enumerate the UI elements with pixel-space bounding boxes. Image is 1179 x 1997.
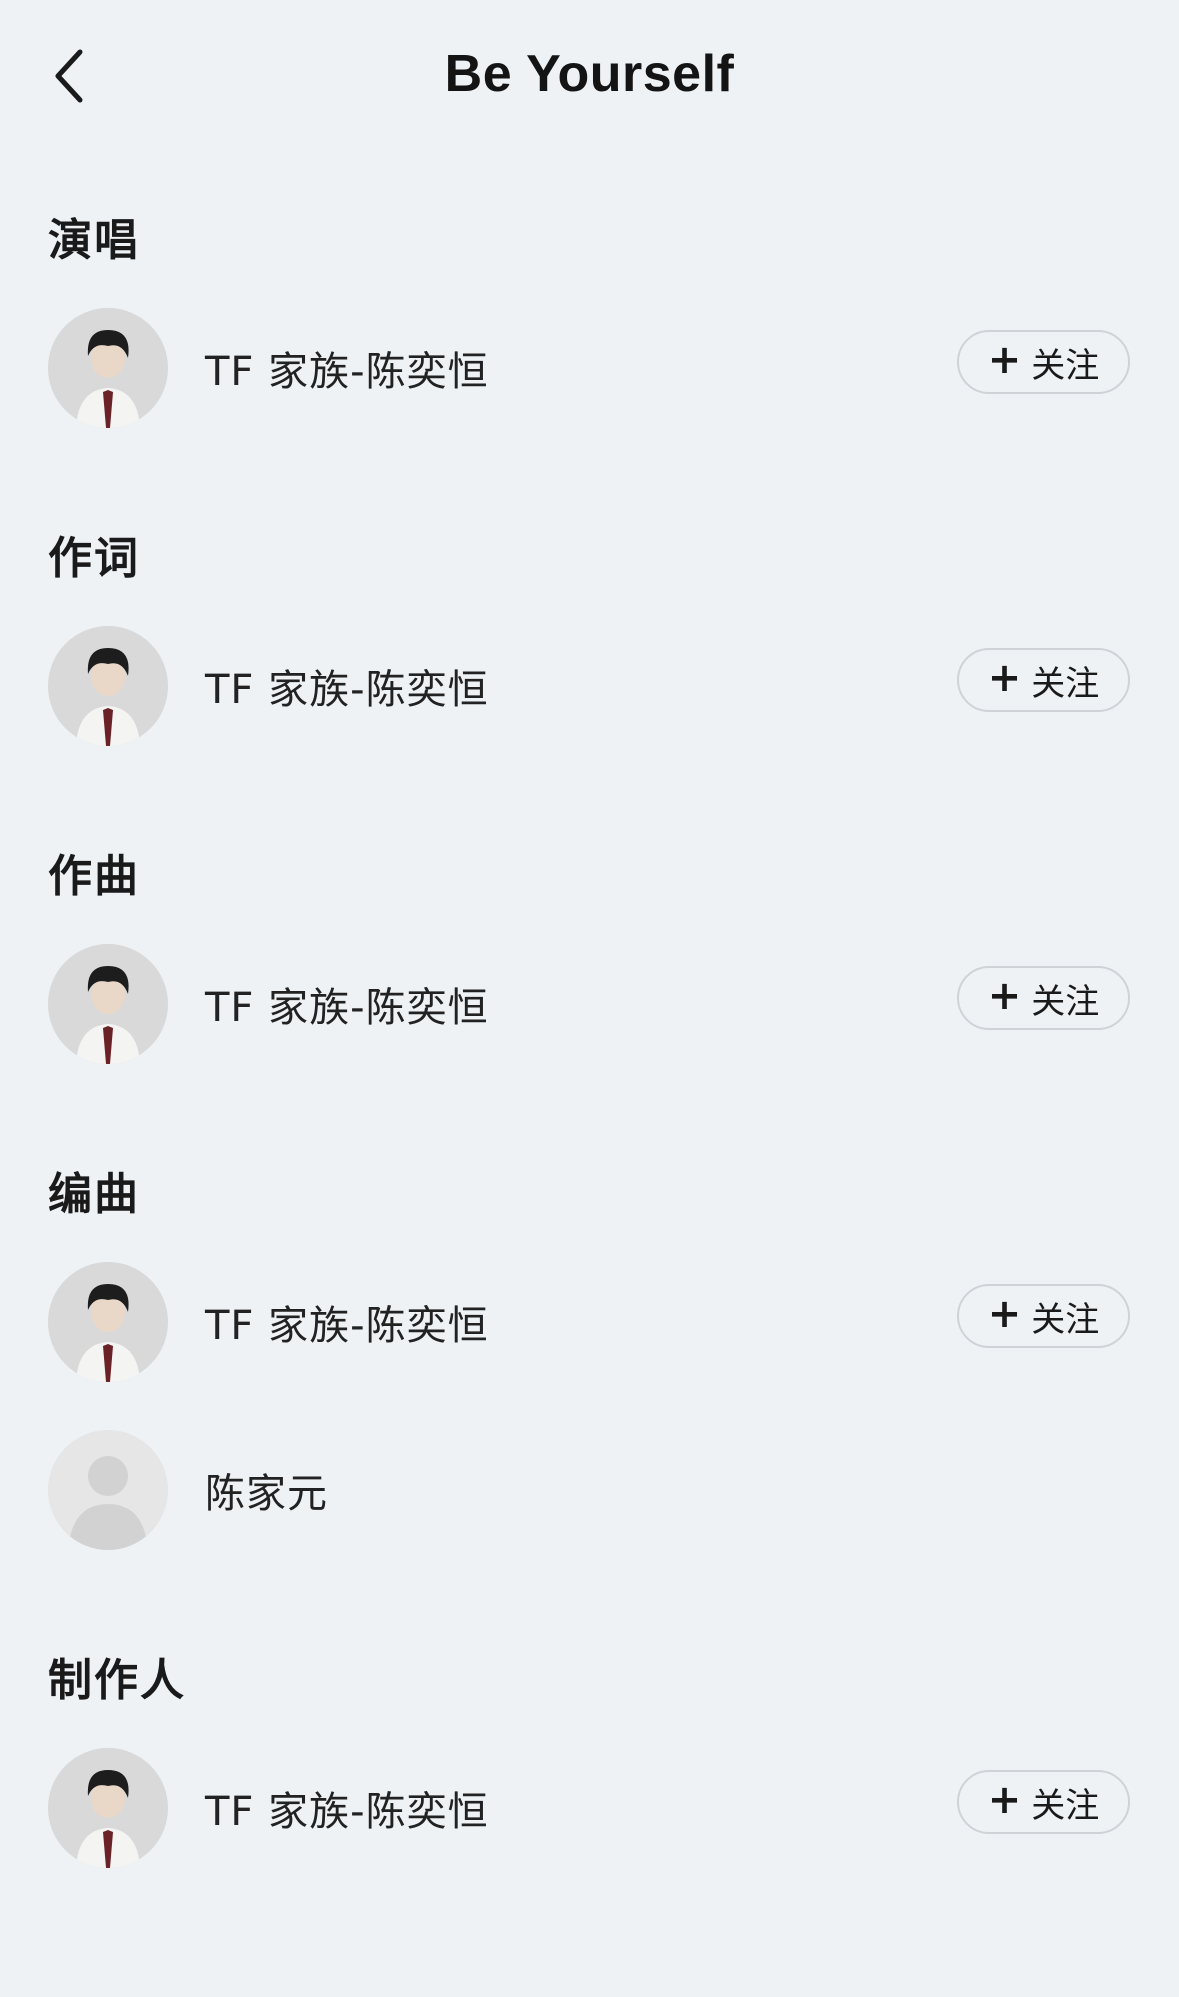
list-item[interactable]: TF 家族-陈奕恒 + 关注 — [0, 1748, 1179, 1872]
section-title-composer: 作曲 — [48, 851, 140, 902]
plus-icon: + — [987, 973, 1022, 1019]
person-name[interactable]: TF 家族-陈奕恒 — [205, 1262, 489, 1382]
section-title-lyrics: 作词 — [48, 533, 140, 584]
default-user-icon — [48, 1430, 168, 1550]
avatar[interactable] — [48, 308, 168, 428]
plus-icon: + — [987, 1291, 1022, 1337]
credits-page: Be Yourself 演唱 TF 家族-陈奕恒 + 关注 作词 TF 家族-陈… — [0, 0, 1179, 1997]
avatar[interactable] — [48, 944, 168, 1064]
section-title-vocals: 演唱 — [48, 215, 140, 266]
plus-icon: + — [987, 655, 1022, 701]
page-title: Be Yourself — [444, 45, 735, 103]
list-item[interactable]: TF 家族-陈奕恒 + 关注 — [0, 308, 1179, 432]
list-item[interactable]: 陈家元 — [0, 1430, 1179, 1554]
section-title-arranger: 编曲 — [48, 1169, 140, 1220]
header: Be Yourself — [0, 0, 1179, 150]
plus-icon: + — [987, 1777, 1022, 1823]
follow-button[interactable]: + 关注 — [957, 966, 1130, 1030]
person-name[interactable]: TF 家族-陈奕恒 — [205, 308, 489, 428]
person-name[interactable]: 陈家元 — [205, 1430, 328, 1550]
follow-label: 关注 — [1031, 1785, 1100, 1826]
person-name[interactable]: TF 家族-陈奕恒 — [205, 626, 489, 746]
avatar[interactable] — [48, 1262, 168, 1382]
follow-label: 关注 — [1031, 663, 1100, 704]
follow-button[interactable]: + 关注 — [957, 648, 1130, 712]
section-title-producer: 制作人 — [48, 1655, 186, 1706]
follow-label: 关注 — [1031, 981, 1100, 1022]
avatar[interactable] — [48, 626, 168, 746]
follow-button[interactable]: + 关注 — [957, 330, 1130, 394]
follow-label: 关注 — [1031, 1299, 1100, 1340]
list-item[interactable]: TF 家族-陈奕恒 + 关注 — [0, 626, 1179, 750]
follow-label: 关注 — [1031, 345, 1100, 386]
list-item[interactable]: TF 家族-陈奕恒 + 关注 — [0, 944, 1179, 1068]
plus-icon: + — [987, 337, 1022, 383]
person-name[interactable]: TF 家族-陈奕恒 — [205, 944, 489, 1064]
person-name[interactable]: TF 家族-陈奕恒 — [205, 1748, 489, 1868]
list-item[interactable]: TF 家族-陈奕恒 + 关注 — [0, 1262, 1179, 1386]
follow-button[interactable]: + 关注 — [957, 1284, 1130, 1348]
follow-button[interactable]: + 关注 — [957, 1770, 1130, 1834]
avatar[interactable] — [48, 1430, 168, 1550]
avatar[interactable] — [48, 1748, 168, 1868]
